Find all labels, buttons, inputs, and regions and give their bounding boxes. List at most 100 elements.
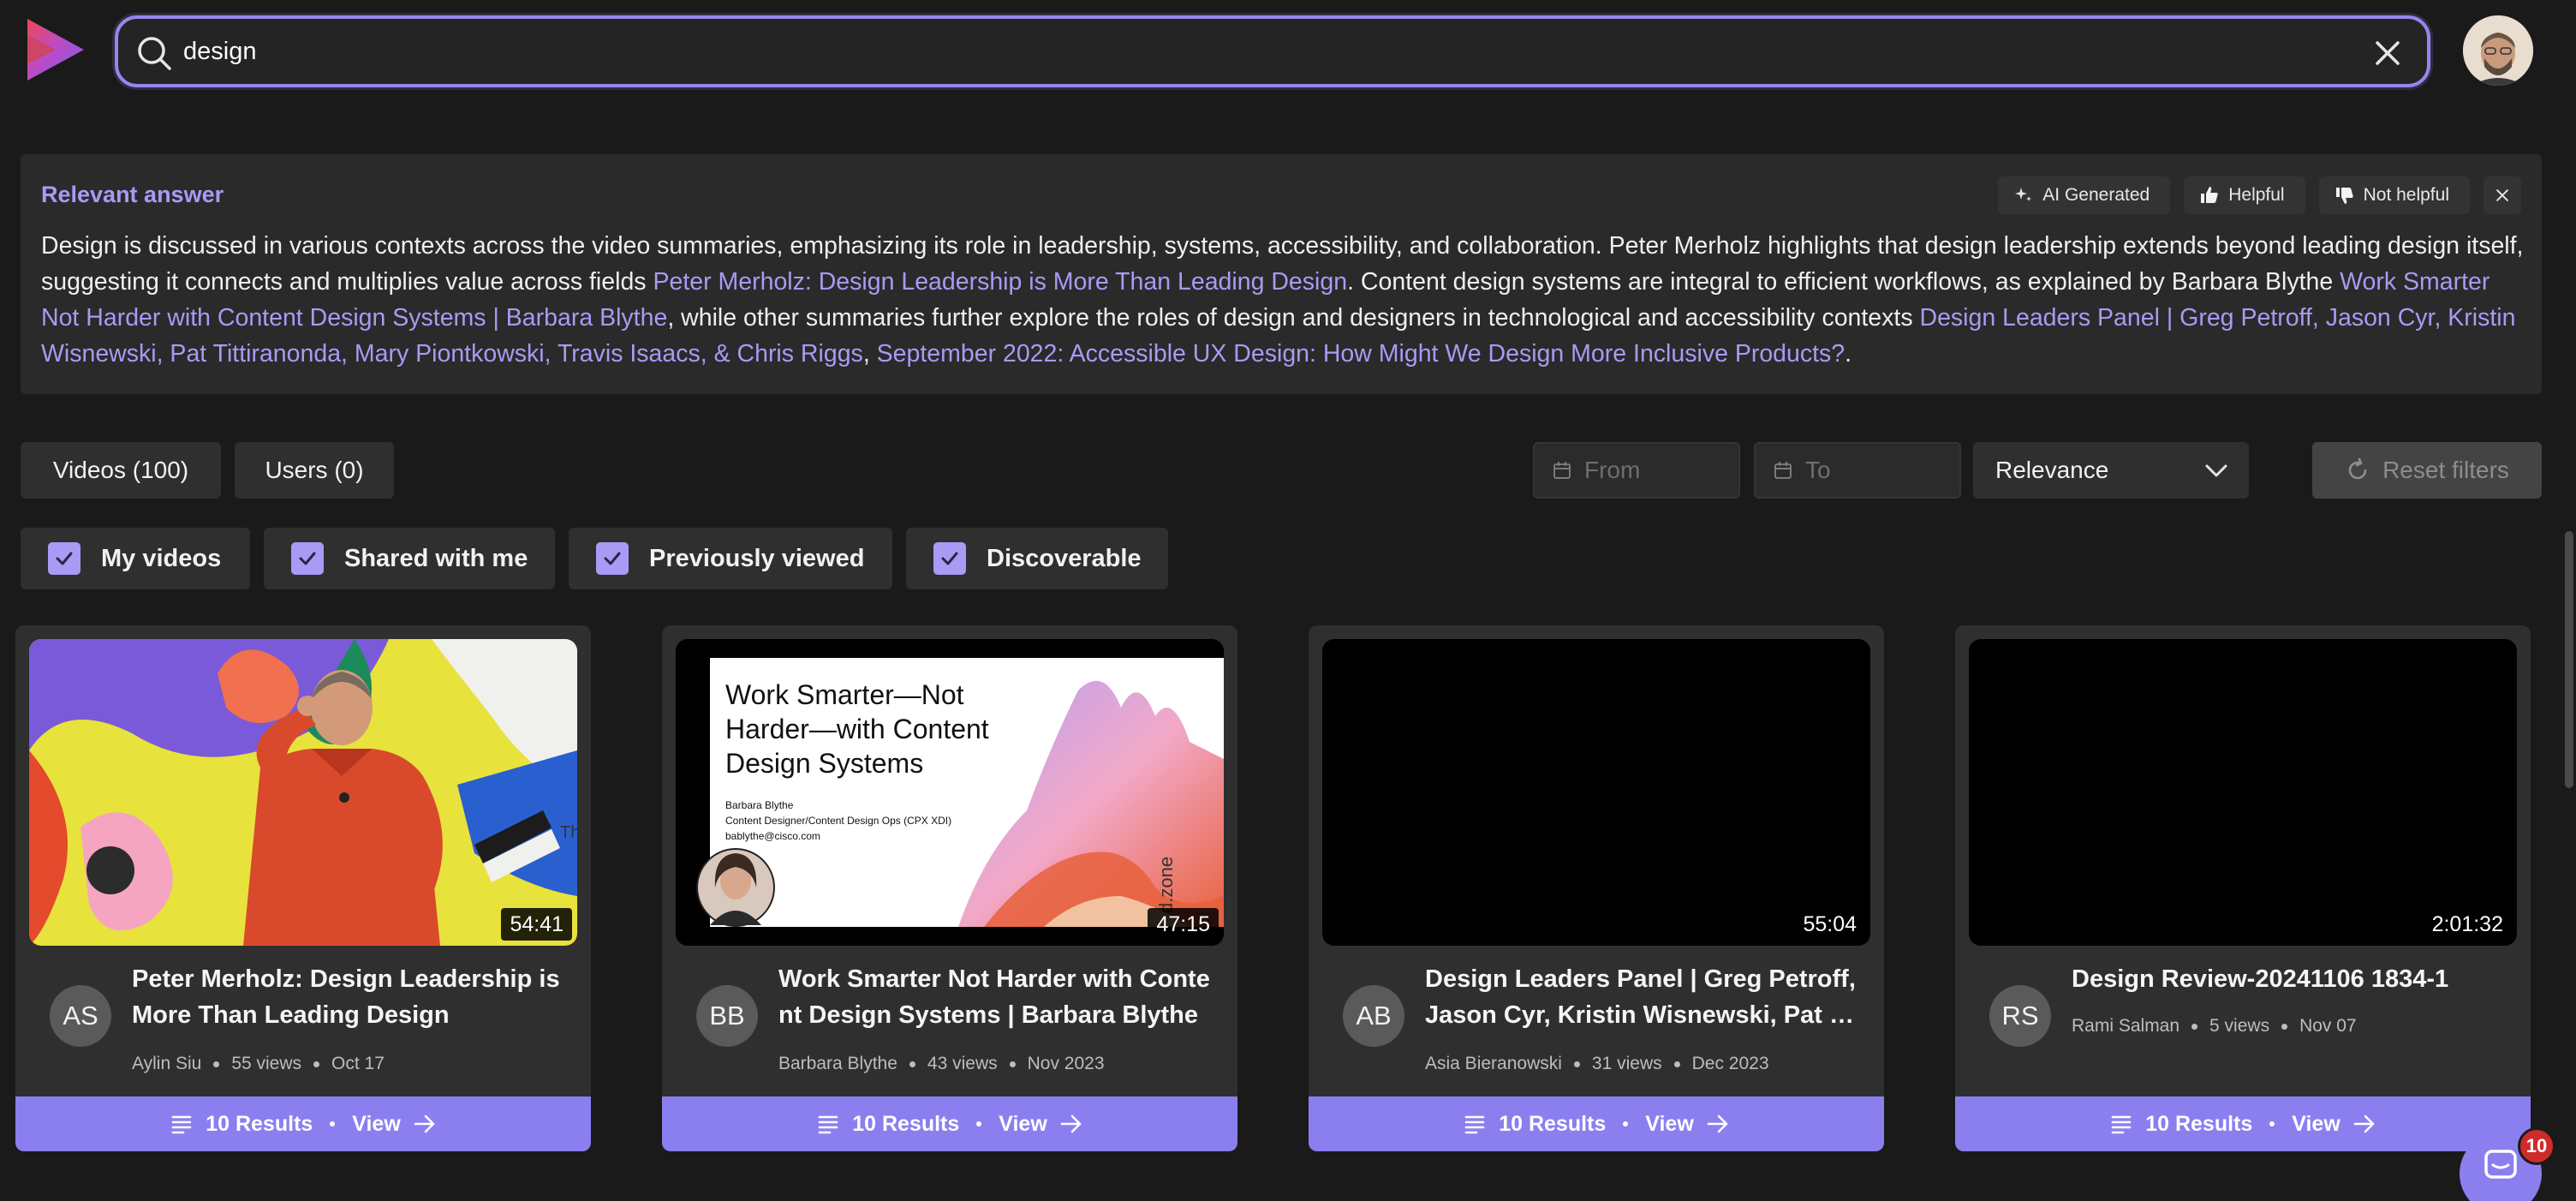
video-author: Barbara Blythe [778,1054,897,1073]
filter-shared-with-me[interactable]: Shared with me [264,528,555,589]
video-duration: 47:15 [1148,908,1219,941]
video-thumbnail[interactable]: Th 54:41 [29,639,577,946]
helpful-label: Helpful [2228,185,2285,205]
video-thumbnail[interactable]: d.zone Work Smarter—Not Harder—with Cont… [676,639,1224,946]
answer-title: Relevant answer [41,182,224,207]
app-logo-icon[interactable] [24,15,87,84]
video-card[interactable]: 2:01:32 RS Design Review-20241106 1834-1… [1955,625,2531,1151]
reset-filters-button[interactable]: Reset filters [2312,442,2542,499]
search-icon [138,37,171,70]
check-icon [56,552,73,565]
checkbox-checked[interactable] [596,542,629,575]
filter-label: Shared with me [344,544,528,572]
svg-text:Harder—with Content: Harder—with Content [725,714,989,744]
answer-source-link[interactable]: Peter Merholz: Design Leadership is More… [653,268,1347,296]
view-label: View [999,1111,1047,1136]
tab-videos[interactable]: Videos (100) [21,442,221,499]
video-meta: Aylin Siu 55 views Oct 17 [132,1054,385,1074]
view-button[interactable]: View [2292,1112,2376,1137]
checkbox-checked[interactable] [291,542,324,575]
ai-generated-badge: AI Generated [1998,176,2171,214]
svg-text:Th: Th [560,823,577,842]
video-meta: Barbara Blythe 43 views Nov 2023 [778,1054,1105,1074]
sort-value: Relevance [1995,457,2109,483]
calendar-icon [1553,462,1571,479]
reset-icon [2348,457,2367,480]
tab-users[interactable]: Users (0) [235,442,394,499]
video-views: 55 views [231,1054,302,1073]
slide-presenter-role: Content Designer/Content Design Ops (CPX… [725,815,951,827]
check-icon [941,552,958,565]
chat-icon [2484,1150,2517,1179]
results-link[interactable]: 10 Results [1463,1112,1606,1137]
checkbox-checked[interactable] [48,542,80,575]
author-avatar: AB [1343,985,1404,1047]
video-card[interactable]: 55:04 AB Design Leaders Panel | Greg Pet… [1309,625,1884,1151]
filter-label: Discoverable [987,544,1142,572]
filter-label: My videos [101,544,222,572]
search-input[interactable] [183,31,2324,72]
close-icon [2496,189,2508,201]
chevron-down-icon [2205,464,2227,477]
scrollbar-thumb[interactable] [2565,531,2573,788]
author-avatar: RS [1989,985,2051,1047]
view-label: View [1645,1111,1694,1136]
not-helpful-button[interactable]: Not helpful [2318,176,2470,214]
list-icon [1464,1115,1485,1134]
answer-text: Design is discussed in various contexts … [41,228,2525,372]
view-button[interactable]: View [1645,1112,1730,1137]
video-date: Nov 2023 [1027,1054,1105,1073]
video-thumbnail[interactable]: 55:04 [1322,639,1870,946]
top-bar [0,0,2576,113]
svg-text:Design Systems: Design Systems [725,748,923,779]
not-helpful-label: Not helpful [2363,185,2449,205]
video-card[interactable]: Th 54:41 AS Peter Merholz: Design Leader… [15,625,591,1151]
results-link[interactable]: 10 Results [2109,1112,2252,1137]
filter-previously-viewed[interactable]: Previously viewed [569,528,892,589]
separator-dot [1573,1061,1580,1067]
answer-text-part: , while other summaries further explore … [667,304,1920,332]
helpful-button[interactable]: Helpful [2184,176,2305,214]
user-avatar-photo [2463,15,2533,86]
to-date-field[interactable]: To [1754,442,1961,499]
filter-my-videos[interactable]: My videos [21,528,250,589]
video-card[interactable]: d.zone Work Smarter—Not Harder—with Cont… [662,625,1237,1151]
page-scrollbar[interactable] [2562,111,2576,1201]
separator-dot [909,1061,915,1067]
video-author: Asia Bieranowski [1425,1054,1562,1073]
answer-text-part: , [862,340,877,367]
clear-search-icon[interactable] [2370,36,2405,70]
filter-discoverable[interactable]: Discoverable [906,528,1168,589]
video-views: 5 views [2209,1016,2270,1036]
separator-dot [1009,1061,1016,1067]
card-footer: 10 Results View [1955,1096,2531,1151]
answer-source-link[interactable]: September 2022: Accessible UX Design: Ho… [877,340,1846,367]
user-avatar[interactable] [2463,15,2533,86]
results-label: 10 Results [206,1111,313,1136]
slide-vertical-text: d.zone [1155,857,1177,913]
video-date: Nov 07 [2299,1016,2357,1036]
sort-select[interactable]: Relevance [1973,442,2249,499]
video-thumbnail[interactable]: 2:01:32 [1969,639,2517,946]
video-title[interactable]: Peter Merholz: Design Leadership is More… [132,961,574,1033]
calendar-icon [1774,462,1792,479]
from-date-field[interactable]: From [1533,442,1740,499]
video-meta: Rami Salman 5 views Nov 07 [2072,1016,2357,1037]
results-link[interactable]: 10 Results [816,1112,959,1137]
separator-dot [2269,1121,2275,1126]
results-link[interactable]: 10 Results [170,1112,313,1137]
view-button[interactable]: View [352,1112,437,1137]
video-title[interactable]: Work Smarter Not Harder with Content Des… [778,961,1220,1033]
view-button[interactable]: View [999,1112,1083,1137]
checkbox-checked[interactable] [933,542,966,575]
video-title[interactable]: Design Leaders Panel | Greg Petroff, Jas… [1425,961,1867,1033]
video-title[interactable]: Design Review-20241106 1834-1 [2072,961,2513,997]
arrow-right-icon [414,1114,435,1133]
separator-dot [976,1121,982,1126]
video-meta: Asia Bieranowski 31 views Dec 2023 [1425,1054,1769,1074]
video-author: Aylin Siu [132,1054,202,1073]
close-answer-button[interactable] [2484,176,2521,214]
results-label: 10 Results [852,1111,960,1136]
video-author: Rami Salman [2072,1016,2180,1036]
ai-generated-label: AI Generated [2042,185,2150,205]
